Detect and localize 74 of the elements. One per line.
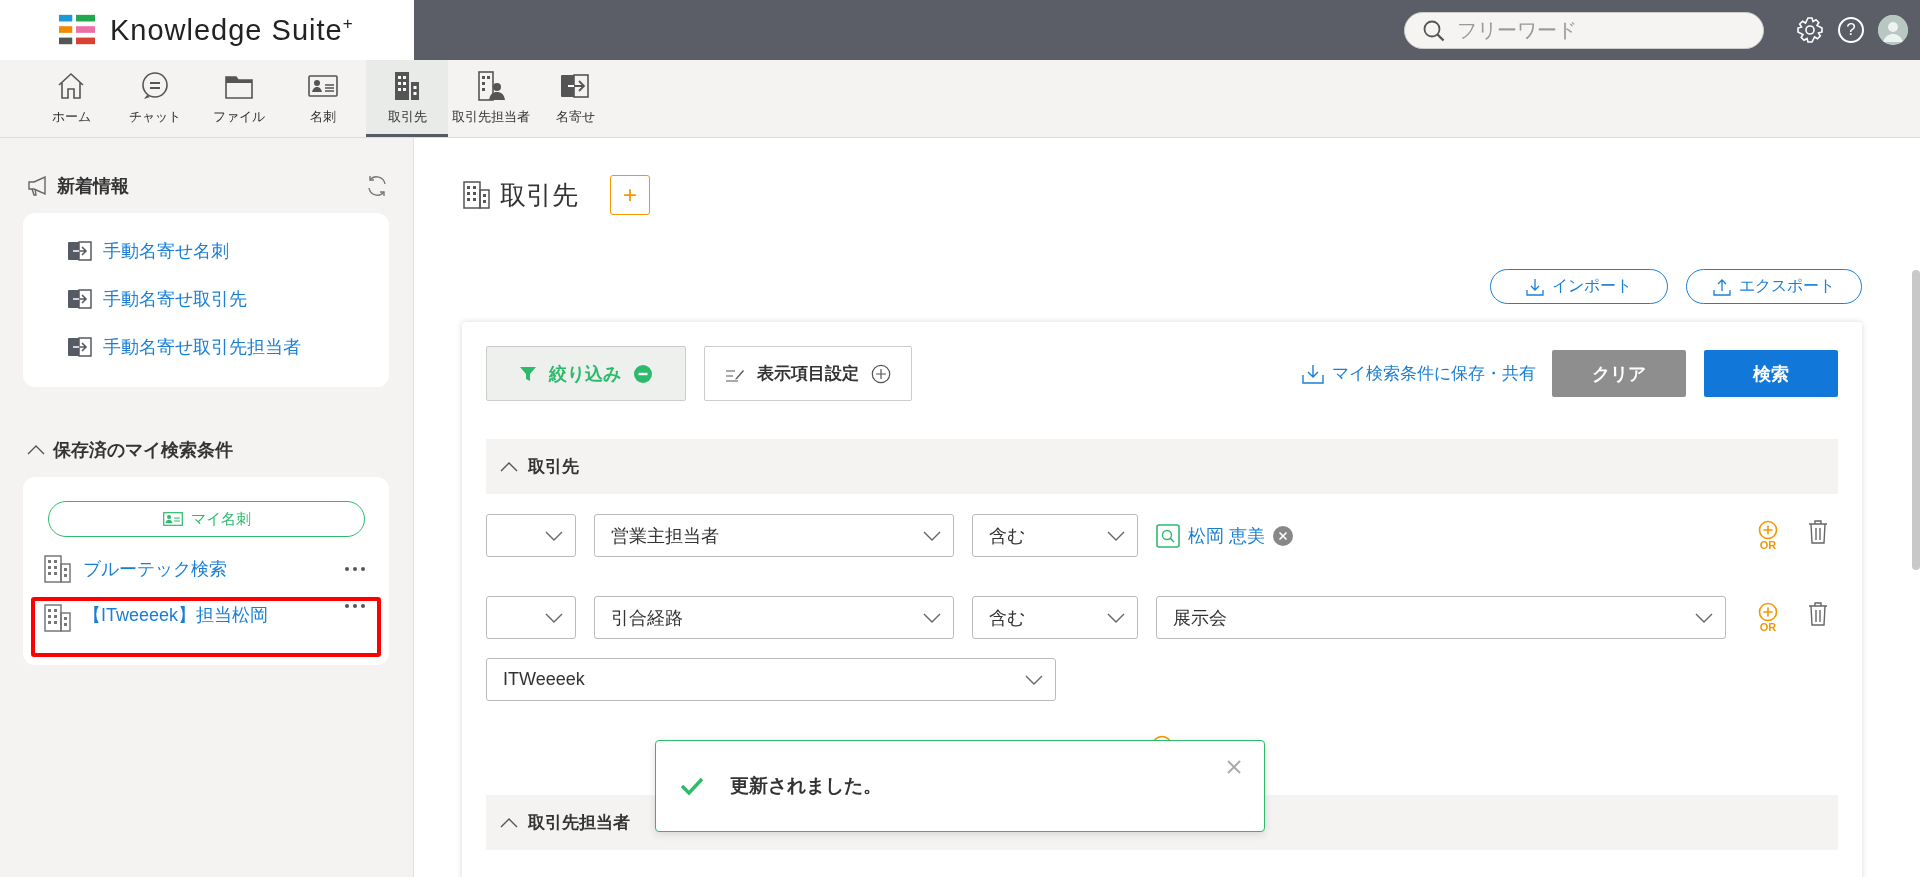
saved-search-item[interactable]: ブルーテック検索 xyxy=(31,549,381,589)
person-link[interactable]: 松岡 恵美 xyxy=(1188,523,1265,548)
chevron-down-icon xyxy=(923,612,941,623)
minus-circle-icon xyxy=(633,363,653,384)
page-title: 取引先 xyxy=(500,178,578,212)
chevron-up-icon[interactable] xyxy=(27,445,45,455)
chevron-up-icon[interactable] xyxy=(500,461,518,472)
megaphone-icon xyxy=(27,176,49,196)
section-title: 取引先 xyxy=(528,456,579,478)
clear-button[interactable]: クリア xyxy=(1552,350,1686,397)
chevron-down-icon xyxy=(545,612,563,623)
chevron-down-icon xyxy=(1107,612,1125,623)
section-title: 新着情報 xyxy=(57,175,129,198)
search-icon xyxy=(1422,18,1446,43)
remove-icon[interactable] xyxy=(1273,525,1293,546)
trash-icon[interactable] xyxy=(1808,520,1828,544)
upload-icon xyxy=(1713,277,1731,296)
nav-tab[interactable]: 取引先 xyxy=(366,60,448,137)
funnel-icon xyxy=(519,364,537,383)
trash-icon[interactable] xyxy=(1808,602,1828,626)
more-icon[interactable] xyxy=(344,603,366,609)
nav-tab[interactable]: 名寄せ xyxy=(534,60,616,137)
download-icon xyxy=(1526,277,1544,296)
building-icon xyxy=(43,554,73,584)
news-link[interactable]: 手動名寄せ取引先担当者 xyxy=(67,335,389,359)
toast-message: 更新されました。 xyxy=(730,774,882,798)
chevron-up-icon[interactable] xyxy=(500,817,518,828)
logo-text[interactable]: Knowledge Suite$^{+}$ xyxy=(110,13,354,47)
building-icon xyxy=(462,180,492,210)
operator-select[interactable]: 含む xyxy=(972,596,1138,639)
settings-icon[interactable] xyxy=(1796,16,1824,44)
chevron-down-icon xyxy=(1025,674,1043,685)
scrollbar[interactable] xyxy=(1912,270,1920,570)
plus-circle-icon xyxy=(871,363,891,384)
operator-select[interactable]: 含む xyxy=(972,514,1138,557)
save-search-link[interactable]: マイ検索条件に保存・共有 xyxy=(1302,362,1536,385)
news-link[interactable]: 手動名寄せ名刺 xyxy=(67,239,389,263)
nav-tab[interactable]: 名刺 xyxy=(282,60,364,137)
nav-tab[interactable]: ホーム xyxy=(30,60,112,137)
import-button[interactable]: インポート xyxy=(1490,269,1668,304)
search-button[interactable]: 検索 xyxy=(1704,350,1838,397)
refresh-icon[interactable] xyxy=(365,174,389,198)
avatar-icon[interactable] xyxy=(1878,15,1908,45)
nav-tab[interactable]: チャット xyxy=(114,60,196,137)
news-link[interactable]: 手動名寄せ取引先 xyxy=(67,287,389,311)
column-settings-button[interactable]: 表示項目設定 xyxy=(704,346,912,401)
nav-tab[interactable]: ファイル xyxy=(198,60,280,137)
help-button[interactable]: ? xyxy=(1838,17,1864,43)
value-select[interactable]: ITWeeeek xyxy=(486,658,1056,701)
search-field[interactable]: フリーワード xyxy=(1404,11,1764,49)
value-select[interactable]: 展示会 xyxy=(1156,596,1726,639)
logo-icon xyxy=(59,13,95,47)
section-header[interactable]: 取引先 xyxy=(486,439,1838,494)
section-title: 保存済のマイ検索条件 xyxy=(53,439,233,462)
nav-tab[interactable]: 取引先担当者 xyxy=(450,60,532,137)
chevron-down-icon xyxy=(1695,612,1713,623)
more-icon[interactable] xyxy=(344,566,366,572)
merge-icon xyxy=(67,336,93,358)
export-button[interactable]: エクスポート xyxy=(1686,269,1862,304)
section-title: 取引先担当者 xyxy=(528,812,630,834)
download-tray-icon xyxy=(1302,363,1324,384)
field-select[interactable]: 営業主担当者 xyxy=(594,514,954,557)
check-icon xyxy=(680,776,704,796)
saved-search-item[interactable]: 【ITweeeek】担当松岡 xyxy=(31,597,381,657)
chevron-down-icon xyxy=(545,530,563,541)
chevron-down-icon xyxy=(923,530,941,541)
building-icon xyxy=(43,603,73,633)
merge-icon xyxy=(67,288,93,310)
field-select[interactable]: 引合経路 xyxy=(594,596,954,639)
chat-icon xyxy=(139,70,171,102)
merge-icon xyxy=(67,240,93,262)
chevron-down-icon xyxy=(1107,530,1125,541)
building-person-icon xyxy=(475,70,507,102)
id-card-icon xyxy=(162,512,183,526)
